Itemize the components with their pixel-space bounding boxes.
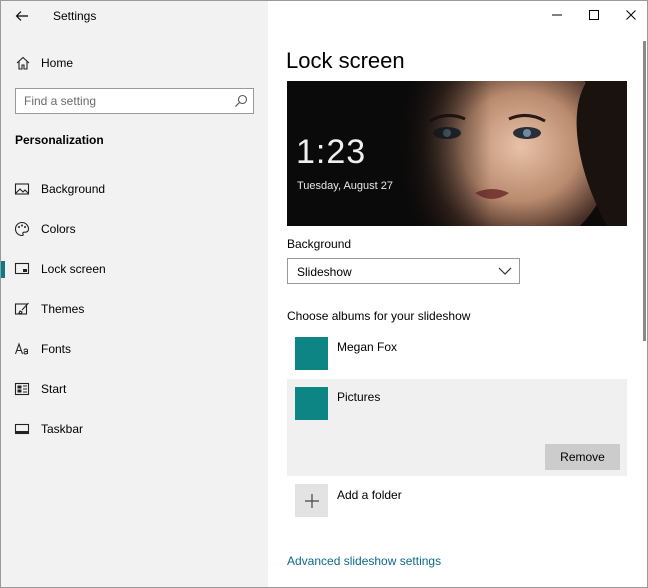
album-name: Megan Fox	[337, 340, 398, 354]
palette-icon	[14, 221, 30, 237]
nav-item-label: Background	[41, 182, 106, 196]
preview-date: Tuesday, August 27	[297, 180, 394, 192]
lock-screen-icon	[14, 262, 30, 275]
nav-item-fonts[interactable]: Fonts	[1, 333, 268, 365]
maximize-button[interactable]	[575, 1, 612, 29]
scrollbar[interactable]	[643, 41, 646, 341]
taskbar-icon	[14, 423, 30, 435]
advanced-slideshow-settings-link[interactable]: Advanced slideshow settings	[287, 554, 441, 568]
nav-item-label: Colors	[41, 222, 76, 236]
background-label: Background	[287, 237, 352, 251]
maximize-icon	[588, 10, 599, 20]
lock-screen-preview: 1:23 Tuesday, August 27	[287, 81, 627, 226]
close-button[interactable]	[612, 1, 647, 29]
back-arrow-icon	[15, 11, 28, 21]
home-icon	[16, 56, 30, 70]
nav-item-lock-screen[interactable]: Lock screen	[1, 253, 268, 285]
search-input[interactable]	[24, 93, 224, 109]
search-box[interactable]	[15, 88, 254, 114]
nav-item-taskbar[interactable]: Taskbar	[1, 413, 268, 445]
close-icon	[625, 10, 636, 20]
page-title: Lock screen	[286, 48, 405, 73]
home-nav-item[interactable]: Home	[1, 49, 268, 77]
album-thumbnail	[295, 387, 328, 420]
home-label: Home	[41, 56, 74, 70]
add-folder-label: Add a folder	[337, 488, 402, 502]
add-folder-tile	[295, 484, 328, 517]
font-icon	[14, 342, 28, 355]
picture-icon	[14, 183, 30, 195]
album-item[interactable]: Megan Fox	[287, 331, 627, 377]
brush-icon	[14, 302, 29, 315]
caption-buttons	[538, 1, 647, 31]
nav-item-colors[interactable]: Colors	[1, 213, 268, 245]
nav-item-label: Fonts	[41, 342, 72, 356]
settings-window: Settings Home Personalization Background	[0, 0, 648, 588]
minimize-icon	[551, 14, 562, 16]
search-icon[interactable]	[234, 94, 248, 108]
start-icon	[14, 382, 30, 396]
nav-item-themes[interactable]: Themes	[1, 293, 268, 325]
album-thumbnail	[295, 337, 328, 370]
app-title: Settings	[53, 9, 97, 23]
nav-item-label: Themes	[41, 302, 85, 316]
sidebar: Settings Home Personalization Background	[1, 1, 268, 587]
minimize-button[interactable]	[538, 1, 575, 29]
section-title: Personalization	[15, 133, 104, 147]
main-content: Lock screen 1:23 Tuesday, August 27 Back…	[268, 1, 647, 587]
nav-item-background[interactable]: Background	[1, 173, 268, 205]
nav-item-label: Start	[41, 382, 67, 396]
title-bar: Settings	[1, 1, 268, 31]
back-button[interactable]	[7, 5, 37, 27]
remove-button[interactable]: Remove	[545, 444, 620, 470]
preview-time: 1:23	[296, 133, 367, 171]
plus-icon	[304, 493, 319, 508]
album-name: Pictures	[337, 390, 381, 404]
background-dropdown[interactable]: Slideshow	[287, 258, 520, 284]
add-folder-button[interactable]: Add a folder	[287, 481, 627, 521]
chevron-down-icon	[498, 267, 512, 275]
albums-label: Choose albums for your slideshow	[287, 309, 471, 323]
nav-item-start[interactable]: Start	[1, 373, 268, 405]
background-dropdown-value: Slideshow	[297, 265, 352, 279]
nav-item-label: Taskbar	[41, 422, 84, 436]
nav-item-label: Lock screen	[41, 262, 106, 276]
